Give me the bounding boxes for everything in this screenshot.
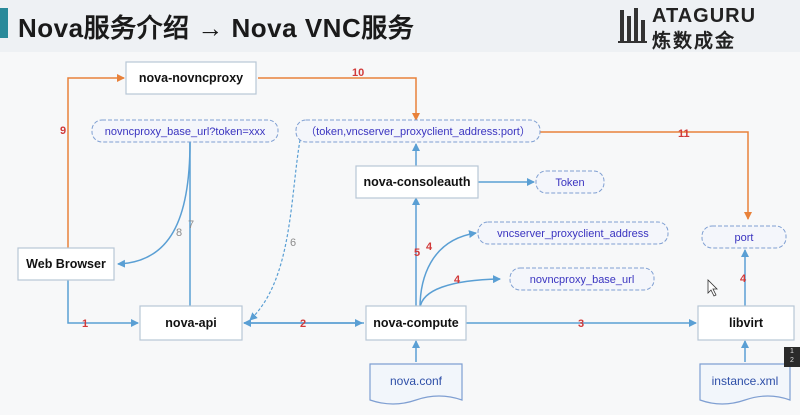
side-tab-label-2: 2 bbox=[790, 357, 794, 364]
pill-label-vnc-address: vncserver_proxyclient_address bbox=[497, 228, 649, 240]
logo-text-top: ATAGURU bbox=[652, 5, 757, 27]
pill-port: port bbox=[701, 225, 787, 249]
pill-base-url-token: novncproxy_base_url?token=xxx bbox=[91, 119, 279, 143]
step-label-6: 6 bbox=[290, 237, 296, 249]
side-tab-label-1: 1 bbox=[790, 348, 794, 355]
slide-title: Nova服务介绍 → Nova VNC服务 bbox=[18, 13, 415, 43]
step-label-5: 5 bbox=[414, 247, 420, 259]
step-label-3: 3 bbox=[578, 318, 584, 330]
document-nova-conf: nova.conf bbox=[369, 363, 463, 405]
document-label-nova-conf: nova.conf bbox=[390, 374, 443, 388]
node-label-compute: nova-compute bbox=[373, 316, 458, 330]
pill-label-token: Token bbox=[555, 177, 584, 189]
pill-label-base-url: novncproxy_base_url bbox=[530, 274, 635, 286]
header-accent-bar bbox=[0, 8, 8, 38]
step-label-7: 7 bbox=[188, 219, 194, 231]
pill-token-address: （token,vncserver_proxyclient_address:por… bbox=[295, 119, 541, 143]
arrow-9-browser-to-novncproxy bbox=[67, 74, 125, 248]
document-instance-xml: instance.xml bbox=[699, 363, 791, 405]
step-label-2: 2 bbox=[300, 318, 306, 330]
diagram-canvas: nova-novncproxy nova-consoleauth Web Bro… bbox=[0, 52, 800, 415]
node-label-web-browser: Web Browser bbox=[26, 257, 106, 271]
vnc-flow-diagram: nova-novncproxy nova-consoleauth Web Bro… bbox=[17, 61, 795, 405]
arrow-8-7-api-to-browser bbox=[117, 141, 191, 306]
node-label-novncproxy: nova-novncproxy bbox=[139, 71, 243, 85]
logo-text-bottom: 炼数成金 bbox=[652, 31, 737, 52]
step-label-4-vnc: 4 bbox=[426, 241, 433, 253]
logo-building-icon bbox=[618, 8, 647, 43]
step-label-4-port: 4 bbox=[740, 273, 747, 285]
step-label-1: 1 bbox=[82, 318, 88, 330]
pill-label-port: port bbox=[735, 232, 754, 244]
node-label-api: nova-api bbox=[165, 316, 216, 330]
pill-vnc-address: vncserver_proxyclient_address bbox=[477, 221, 669, 245]
node-nova-novncproxy: nova-novncproxy bbox=[125, 61, 257, 95]
arrow-1-browser-to-api bbox=[67, 280, 139, 327]
pill-base-url: novncproxy_base_url bbox=[509, 267, 655, 291]
arrow-6-token-to-api bbox=[249, 139, 301, 321]
document-label-instance-xml: instance.xml bbox=[712, 374, 779, 388]
mouse-cursor-icon bbox=[707, 279, 718, 297]
side-page-tab[interactable]: 1 2 bbox=[784, 347, 800, 367]
node-nova-compute: nova-compute bbox=[365, 305, 467, 341]
step-label-9: 9 bbox=[60, 125, 66, 137]
node-libvirt: libvirt bbox=[697, 305, 795, 341]
node-label-consoleauth: nova-consoleauth bbox=[364, 175, 471, 189]
slide-header: Nova服务介绍 → Nova VNC服务 ATAGURU 炼数成金 bbox=[0, 0, 800, 52]
ataguru-logo: ATAGURU 炼数成金 bbox=[618, 4, 790, 52]
node-label-libvirt: libvirt bbox=[729, 316, 764, 330]
pill-label-token-address: （token,vncserver_proxyclient_address:por… bbox=[305, 125, 531, 138]
pill-token: Token bbox=[535, 170, 605, 194]
step-label-8: 8 bbox=[176, 227, 182, 239]
step-label-10: 10 bbox=[352, 67, 364, 79]
node-nova-consoleauth: nova-consoleauth bbox=[355, 165, 479, 199]
pill-label-base-url-token: novncproxy_base_url?token=xxx bbox=[105, 126, 266, 138]
arrow-10-novncproxy-to-token bbox=[258, 77, 420, 121]
step-label-4-base: 4 bbox=[454, 274, 461, 286]
step-label-11: 11 bbox=[678, 128, 690, 140]
node-web-browser: Web Browser bbox=[17, 247, 115, 281]
node-nova-api: nova-api bbox=[139, 305, 243, 341]
